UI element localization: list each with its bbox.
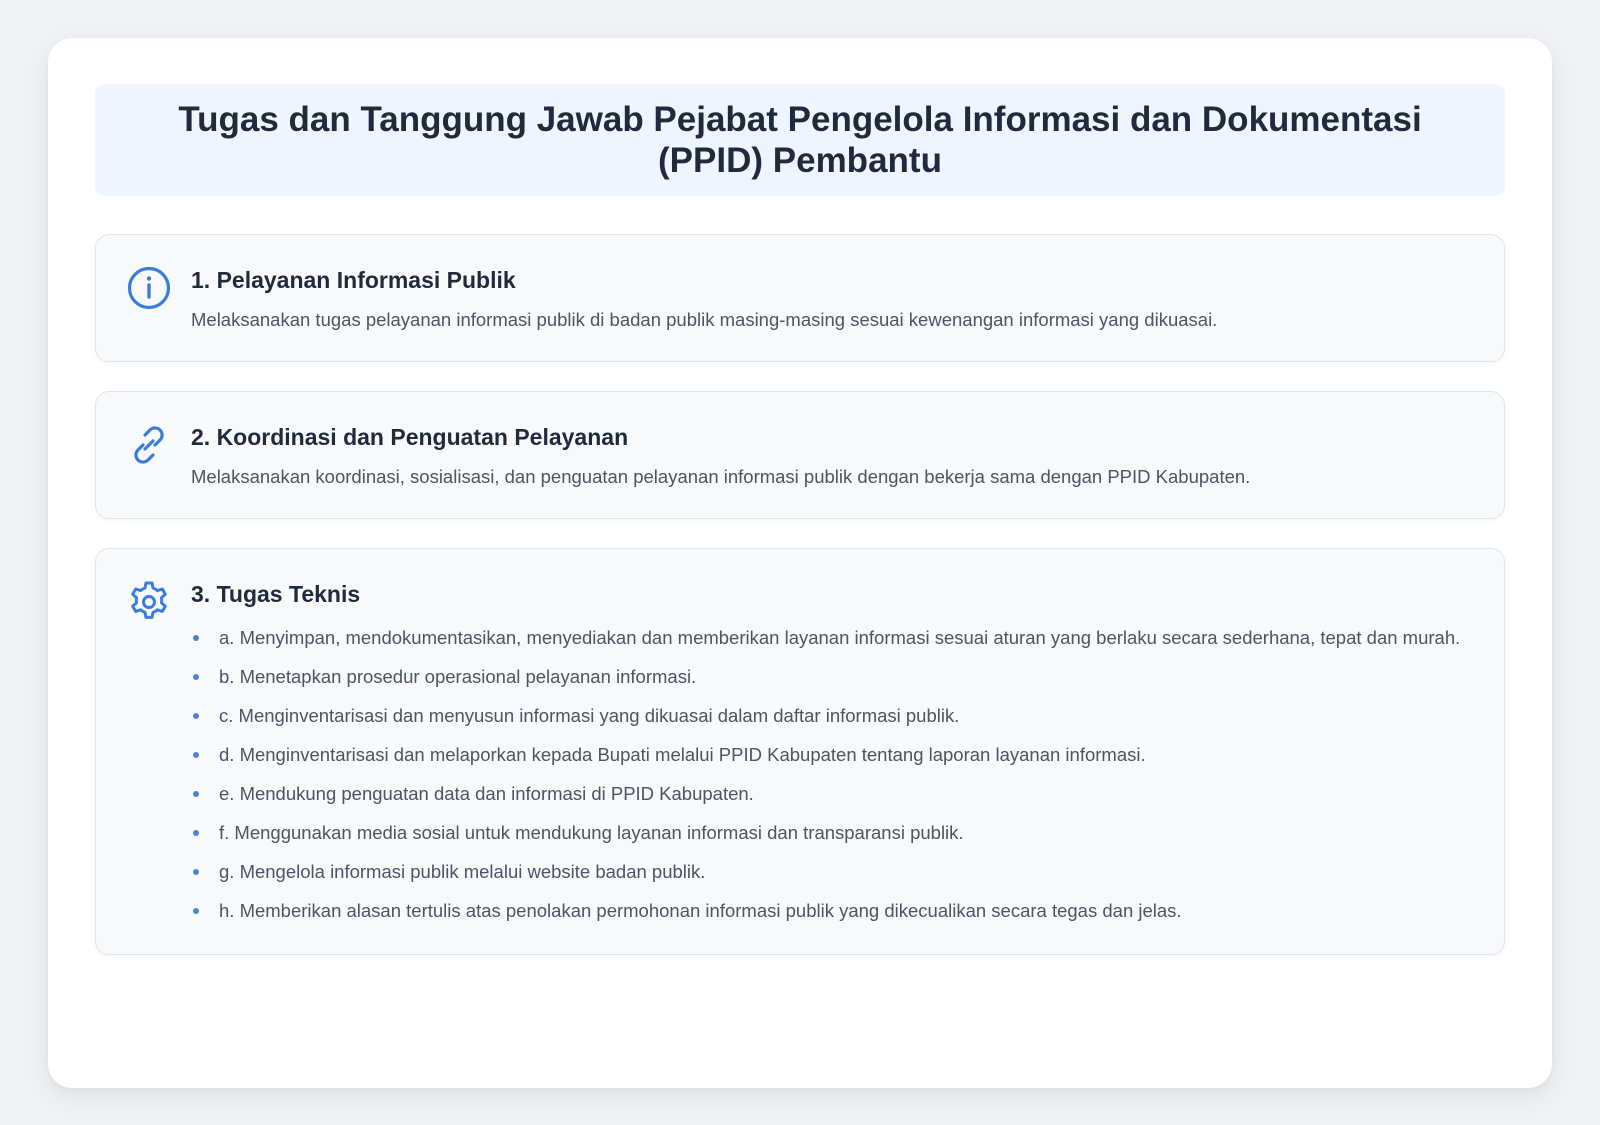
list-item: b. Menetapkan prosedur operasional pelay… <box>191 662 1474 692</box>
list-item: h. Memberikan alasan tertulis atas penol… <box>191 896 1474 926</box>
bullet-icon <box>193 869 199 875</box>
gear-icon <box>126 579 172 625</box>
bullet-icon <box>193 713 199 719</box>
bullet-icon <box>193 908 199 914</box>
list-item: a. Menyimpan, mendokumentasikan, menyedi… <box>191 623 1474 653</box>
section-koordinasi: 2. Koordinasi dan Penguatan Pelayanan Me… <box>95 391 1505 519</box>
list-item-text: b. Menetapkan prosedur operasional pelay… <box>219 666 697 687</box>
bullet-icon <box>193 674 199 680</box>
section-title: 2. Koordinasi dan Penguatan Pelayanan <box>191 424 629 450</box>
list-item-text: c. Menginventarisasi dan menyusun inform… <box>219 705 960 726</box>
bullet-icon <box>193 791 199 797</box>
bullet-icon <box>193 752 199 758</box>
bullet-icon <box>193 635 199 641</box>
section-pelayanan-informasi: 1. Pelayanan Informasi Publik Melaksanak… <box>95 234 1505 362</box>
list-item-text: f. Menggunakan media sosial untuk menduk… <box>219 822 964 843</box>
list-item: e. Mendukung penguatan data dan informas… <box>191 779 1474 809</box>
bullet-icon <box>193 830 199 836</box>
section-title: 3. Tugas Teknis <box>191 581 361 607</box>
list-item: f. Menggunakan media sosial untuk menduk… <box>191 818 1474 848</box>
content-card: Tugas dan Tanggung Jawab Pejabat Pengelo… <box>48 38 1552 1088</box>
list-item-text: a. Menyimpan, mendokumentasikan, menyedi… <box>219 627 1461 648</box>
list-item: d. Menginventarisasi dan melaporkan kepa… <box>191 740 1474 770</box>
task-list: a. Menyimpan, mendokumentasikan, menyedi… <box>191 623 1474 926</box>
section-tugas-teknis: 3. Tugas Teknis a. Menyimpan, mendokumen… <box>95 548 1505 955</box>
section-title: 1. Pelayanan Informasi Publik <box>191 267 516 293</box>
section-description: Melaksanakan tugas pelayanan informasi p… <box>191 309 1218 330</box>
info-icon <box>126 265 172 311</box>
list-item-text: e. Mendukung penguatan data dan informas… <box>219 783 754 804</box>
title-banner: Tugas dan Tanggung Jawab Pejabat Pengelo… <box>95 84 1505 196</box>
list-item-text: h. Memberikan alasan tertulis atas penol… <box>219 900 1182 921</box>
section-description: Melaksanakan koordinasi, sosialisasi, da… <box>191 466 1251 487</box>
link-icon <box>126 422 172 468</box>
list-item: g. Mengelola informasi publik melalui we… <box>191 857 1474 887</box>
list-item-text: d. Menginventarisasi dan melaporkan kepa… <box>219 744 1146 765</box>
list-item: c. Menginventarisasi dan menyusun inform… <box>191 701 1474 731</box>
page-title: Tugas dan Tanggung Jawab Pejabat Pengelo… <box>178 100 1422 180</box>
list-item-text: g. Mengelola informasi publik melalui we… <box>219 861 706 882</box>
